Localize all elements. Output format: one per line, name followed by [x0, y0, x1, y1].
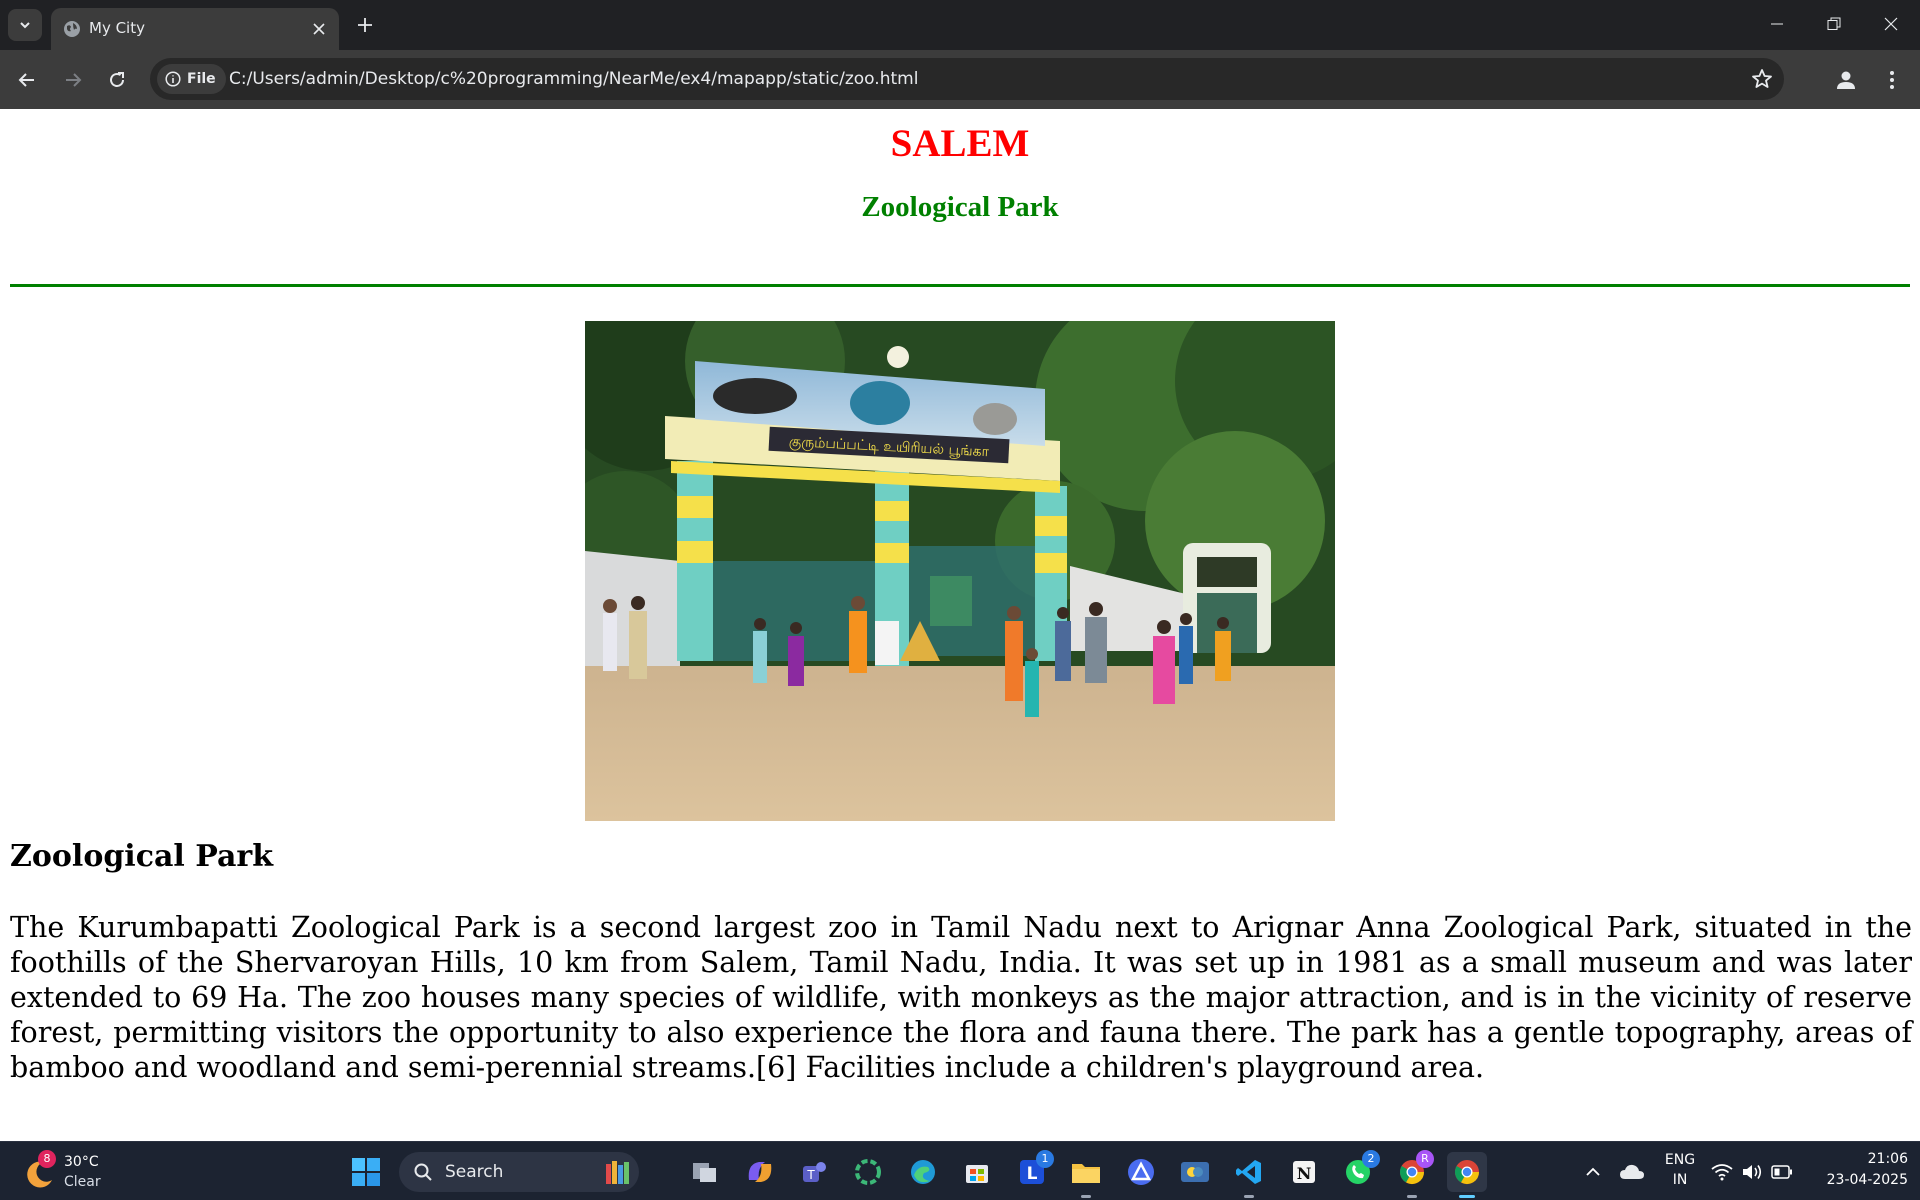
teams-button[interactable]: T — [794, 1152, 834, 1192]
running-indicator — [1081, 1195, 1091, 1198]
chrome-profile-badge: R — [1416, 1150, 1434, 1168]
clock-date[interactable]: 23-04-2025 — [1808, 1172, 1908, 1188]
python-icon — [1181, 1162, 1209, 1182]
chrome-button[interactable] — [1447, 1152, 1487, 1198]
windows-icon — [352, 1158, 380, 1186]
tab-title: My City — [89, 19, 145, 37]
zoo-entrance-photo: குரும்பப்பட்டி உயிரியல் பூங்கா — [585, 321, 1335, 821]
site-chip-label: File — [187, 71, 216, 87]
browser-toolbar: File C:/Users/admin/Desktop/c%20programm… — [0, 50, 1920, 109]
running-indicator — [1407, 1195, 1417, 1198]
copilot-button[interactable] — [740, 1152, 780, 1192]
quick-settings-button[interactable] — [1704, 1152, 1800, 1192]
chevron-up-icon — [1586, 1167, 1600, 1176]
browser-menu-button[interactable] — [1877, 63, 1907, 97]
volume-icon — [1743, 1165, 1762, 1179]
horizontal-rule — [10, 284, 1910, 287]
chrome-profile-button[interactable]: R — [1392, 1150, 1434, 1198]
section-heading: Zoological Park — [10, 839, 274, 874]
site-info-chip[interactable]: File — [157, 64, 226, 94]
running-indicator — [1244, 1195, 1254, 1198]
clock-time[interactable]: 21:06 — [1808, 1151, 1908, 1167]
profile-button[interactable] — [1829, 63, 1863, 97]
folder-icon — [1072, 1164, 1100, 1183]
l-app-badge: 1 — [1036, 1150, 1054, 1168]
page-subtitle: Zoological Park — [861, 191, 1059, 223]
arrow-right-icon — [66, 73, 82, 87]
ring-icon — [855, 1159, 881, 1185]
books-icon — [606, 1161, 629, 1184]
active-indicator — [1459, 1195, 1475, 1198]
svg-text:T: T — [806, 1168, 815, 1182]
back-button[interactable] — [11, 64, 43, 96]
ring-app-button[interactable] — [848, 1152, 888, 1192]
notion-button[interactable]: N — [1284, 1152, 1324, 1192]
weather-badge: 8 — [38, 1150, 56, 1168]
tab-my-city[interactable]: My City — [51, 8, 339, 50]
minimize-icon — [1771, 23, 1783, 25]
city-title: SALEM — [890, 122, 1030, 165]
store-icon — [966, 1165, 988, 1183]
plus-icon — [358, 18, 372, 32]
close-tab-icon[interactable] — [309, 19, 329, 39]
profile-icon — [1837, 71, 1855, 89]
info-icon — [165, 71, 181, 87]
chevron-down-icon — [20, 22, 30, 29]
reload-icon — [110, 72, 124, 87]
search-label: Search — [445, 1162, 504, 1182]
whatsapp-button[interactable]: 2 — [1338, 1150, 1380, 1192]
onedrive-button[interactable] — [1612, 1152, 1652, 1192]
more-vertical-icon — [1890, 71, 1894, 89]
search-icon — [414, 1163, 432, 1181]
weather-condition: Clear — [64, 1174, 101, 1190]
minimize-button[interactable] — [1748, 0, 1806, 48]
chrome-icon — [1454, 1160, 1479, 1185]
new-tab-button[interactable] — [351, 11, 379, 39]
show-hidden-icons-button[interactable] — [1573, 1152, 1613, 1192]
task-view-icon — [693, 1163, 716, 1182]
forward-button[interactable] — [57, 64, 89, 96]
teams-icon: T — [803, 1162, 826, 1182]
weather-widget[interactable]: 8 30°C Clear — [22, 1150, 162, 1194]
copilot-icon — [748, 1162, 772, 1182]
url-text[interactable]: C:/Users/admin/Desktop/c%20programming/N… — [229, 69, 918, 89]
description-paragraph: The Kurumbapatti Zoological Park is a se… — [10, 911, 1912, 1084]
wifi-icon — [1711, 1164, 1733, 1181]
battery-icon — [1771, 1165, 1792, 1179]
task-view-button[interactable] — [685, 1152, 725, 1192]
reload-button[interactable] — [101, 64, 133, 96]
close-window-button[interactable] — [1862, 0, 1920, 48]
notion-icon: N — [1293, 1161, 1315, 1183]
tab-search-button[interactable] — [8, 9, 42, 41]
windows-taskbar: 8 30°C Clear Search T L 1 N 2 R ENG IN 2… — [0, 1141, 1920, 1200]
svg-text:N: N — [1297, 1164, 1312, 1183]
weather-temperature: 30°C — [64, 1154, 99, 1170]
file-explorer-button[interactable] — [1066, 1152, 1106, 1198]
delta-app-button[interactable] — [1121, 1152, 1161, 1192]
close-icon — [1884, 17, 1898, 31]
svg-text:L: L — [1027, 1164, 1038, 1184]
browser-tabstrip: My City — [0, 0, 1920, 50]
python-app-button[interactable] — [1175, 1152, 1215, 1192]
bookmark-star-icon[interactable] — [1750, 67, 1774, 91]
address-bar[interactable]: File C:/Users/admin/Desktop/c%20programm… — [150, 58, 1784, 100]
edge-button[interactable] — [903, 1152, 943, 1192]
taskbar-search[interactable]: Search — [399, 1152, 639, 1192]
cloud-icon — [1620, 1164, 1644, 1179]
whatsapp-badge: 2 — [1362, 1150, 1380, 1168]
store-button[interactable] — [957, 1152, 997, 1192]
delta-icon — [1128, 1159, 1154, 1185]
language-line-1[interactable]: ENG — [1660, 1152, 1700, 1168]
globe-icon — [64, 21, 80, 37]
arrow-left-icon — [18, 73, 34, 87]
vscode-icon — [1236, 1160, 1261, 1184]
edge-icon — [911, 1160, 935, 1184]
restore-button[interactable] — [1805, 0, 1863, 48]
vscode-button[interactable] — [1229, 1152, 1269, 1198]
language-line-2[interactable]: IN — [1660, 1172, 1700, 1188]
l-app-button[interactable]: L 1 — [1012, 1150, 1054, 1192]
start-button[interactable] — [346, 1152, 386, 1192]
restore-icon — [1827, 17, 1841, 30]
web-page: SALEM Zoological Park குரும்பப்பட்டி உயி… — [0, 109, 1920, 1141]
